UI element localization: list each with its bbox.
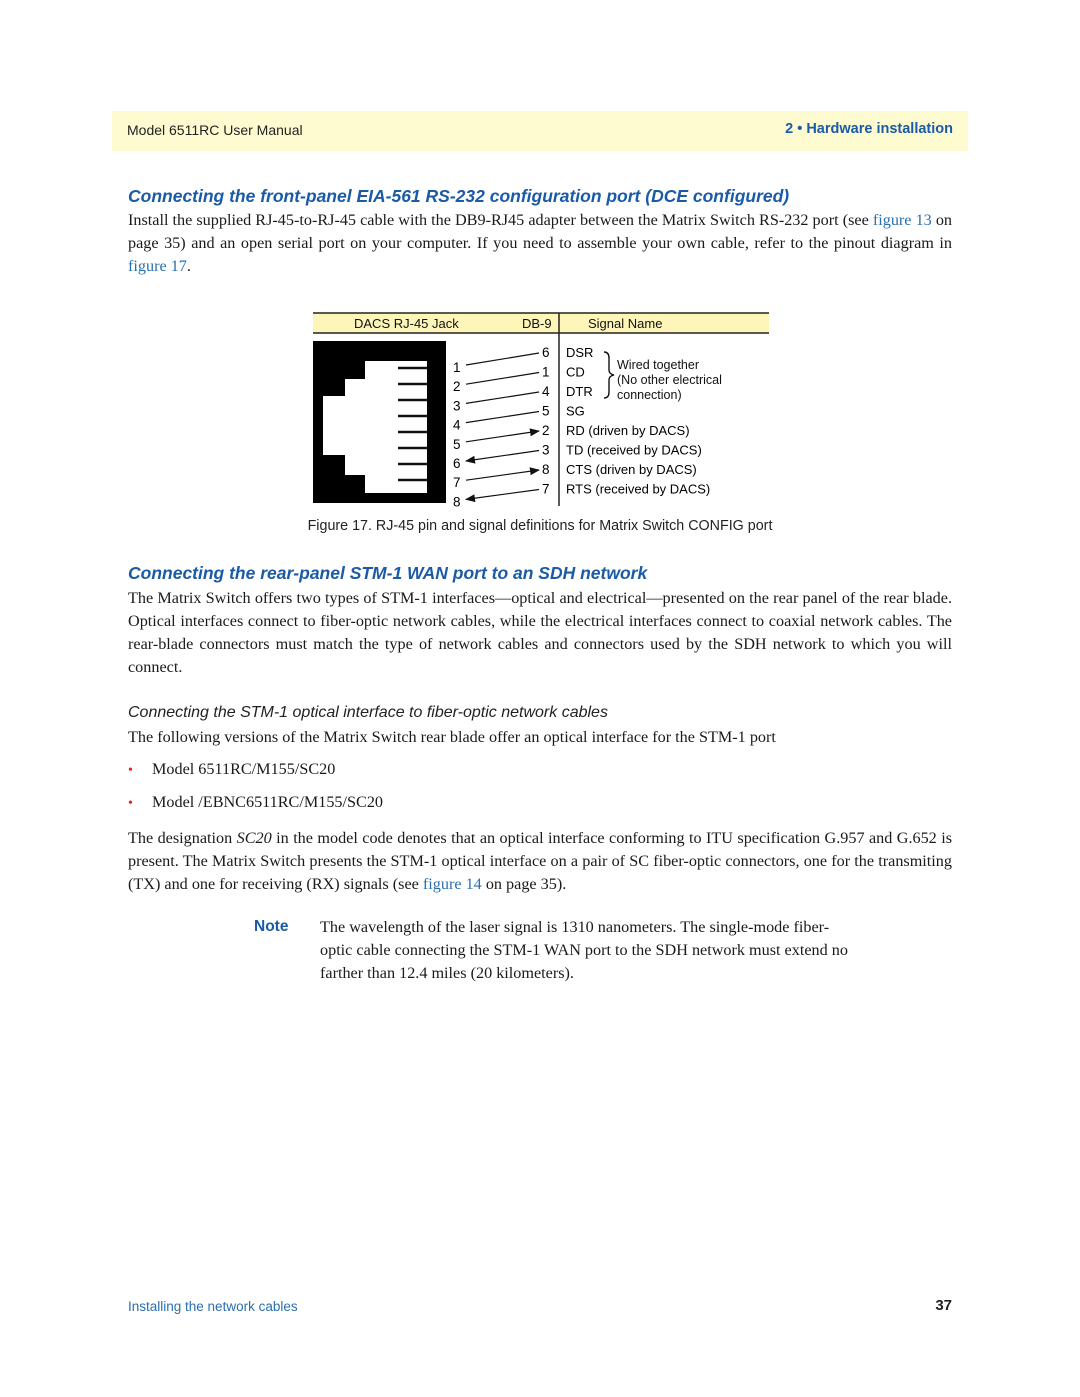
signal-name: CD [566, 365, 585, 380]
rj45-pin-number: 6 [453, 456, 461, 471]
signal-name: DTR [566, 384, 593, 399]
figure-13-link[interactable]: figure 13 [873, 211, 932, 229]
signal-name: SG [566, 404, 585, 419]
sc20-designation-paragraph: The designation SC20 in the model code d… [128, 827, 952, 896]
pin-connection-line [465, 449, 540, 464]
rj45-jack-icon [313, 341, 446, 503]
rj45-pin-number: 7 [453, 475, 461, 490]
pin-connection-line [465, 391, 540, 404]
brace-note-line-2: (No other electrical [617, 373, 722, 387]
db9-pin-number: 6 [542, 345, 550, 360]
text-run: The designation [128, 829, 237, 847]
signal-name: RD (driven by DACS) [566, 423, 690, 438]
rj45-pin-number: 2 [453, 379, 461, 394]
db9-pin-number: 4 [542, 384, 550, 399]
section-heading-optical-interface: Connecting the STM-1 optical interface t… [128, 704, 608, 721]
rj45-pin-number: 1 [453, 360, 461, 375]
brace-note-line-3: connection) [617, 388, 682, 402]
text-run: on page 35). [481, 875, 567, 893]
signal-name: DSR [566, 345, 593, 360]
db9-pin-number: 8 [542, 462, 550, 477]
section-heading-stm1-wan: Connecting the rear-panel STM-1 WAN port… [128, 563, 648, 583]
signal-name: CTS (driven by DACS) [566, 462, 697, 477]
section-heading-config-port: Connecting the front-panel EIA-561 RS-23… [128, 186, 790, 206]
db9-pin-number: 3 [542, 443, 550, 458]
signal-name: RTS (received by DACS) [566, 482, 710, 497]
jack-column-label: DACS RJ-45 Jack [354, 316, 459, 331]
rj45-pin-number: 3 [453, 398, 461, 413]
brace-note-line-1: Wired together [617, 358, 699, 372]
rj45-pinout-diagram: DACS RJ-45 Jack DB-9 Signal Name 6 DSR 1 CD… [313, 312, 769, 509]
db9-pin-number: 1 [542, 365, 550, 380]
optical-interface-intro: The following versions of the Matrix Swi… [128, 728, 776, 746]
figure-14-link[interactable]: figure 14 [423, 875, 482, 893]
text-run: Install the supplied RJ-45-to-RJ-45 cabl… [128, 211, 873, 229]
pin-connection-line [465, 352, 540, 366]
chapter-title: 2 • Hardware installation [785, 121, 953, 137]
rj45-pin-number: 4 [453, 418, 461, 433]
page-number: 37 [935, 1297, 952, 1314]
bullet-icon: • [128, 763, 133, 778]
signal-name: TD (received by DACS) [566, 443, 702, 458]
signal-column-label: Signal Name [588, 316, 662, 331]
text-run: . [186, 257, 191, 275]
sc20-term: SC20 [236, 829, 272, 847]
pin-connection-line [465, 371, 540, 385]
figure-17-link[interactable]: figure 17 [128, 257, 187, 275]
db9-pin-number: 5 [542, 404, 550, 419]
bullet-icon: • [128, 796, 133, 811]
list-item-text: Model /EBNC6511RC/M155/SC20 [152, 793, 384, 811]
config-port-paragraph: Install the supplied RJ-45-to-RJ-45 cabl… [128, 209, 952, 278]
pin-connection-line [465, 428, 540, 443]
footer-section-title[interactable]: Installing the network cables [128, 1299, 298, 1314]
pin-connection-line [465, 488, 540, 503]
list-item-text: Model 6511RC/M155/SC20 [152, 760, 336, 778]
stm1-wan-paragraph: The Matrix Switch offers two types of ST… [128, 589, 952, 676]
figure-17-caption: Figure 17. RJ-45 pin and signal definiti… [307, 518, 773, 534]
db9-column-label: DB-9 [522, 316, 552, 331]
running-header: Model 6511RC User Manual 2 • Hardware in… [112, 111, 968, 151]
wired-together-brace [603, 351, 615, 399]
pin-connection-line [465, 410, 540, 424]
note-text: The wavelength of the laser signal is 13… [320, 918, 848, 982]
rj45-pin-number: 8 [453, 494, 461, 509]
db9-pin-number: 7 [542, 482, 550, 497]
list-item: • Model /EBNC6511RC/M155/SC20 [128, 793, 383, 812]
pin-connection-line [465, 467, 540, 481]
rj45-pin-number: 5 [453, 437, 461, 452]
manual-title: Model 6511RC User Manual [127, 122, 303, 138]
list-item: • Model 6511RC/M155/SC20 [128, 760, 335, 779]
db9-pin-number: 2 [542, 423, 550, 438]
note-label: Note [254, 918, 289, 935]
